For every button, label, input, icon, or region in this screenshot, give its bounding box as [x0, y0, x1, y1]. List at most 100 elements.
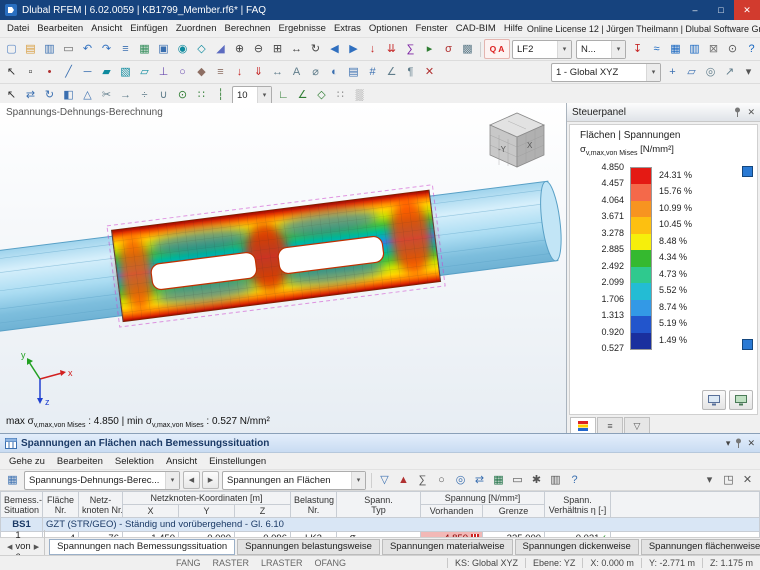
- table-tab[interactable]: Spannungen belastungsweise: [237, 538, 380, 555]
- export-excel-icon[interactable]: ▦: [489, 471, 508, 489]
- visibility-icon[interactable]: ◐: [325, 63, 344, 81]
- pin-icon[interactable]: [733, 107, 742, 118]
- table-menu-item[interactable]: Bearbeiten: [51, 456, 109, 467]
- snap-grid-icon[interactable]: ∷: [192, 86, 211, 104]
- next-table-button[interactable]: ▶: [202, 471, 219, 489]
- mirror-object-icon[interactable]: ◧: [59, 86, 78, 104]
- navigation-cube[interactable]: -Y X: [489, 112, 545, 168]
- snap-node-icon[interactable]: ⊙: [173, 86, 192, 104]
- thickness-icon[interactable]: ≡: [211, 63, 230, 81]
- support-icon[interactable]: ⊥: [154, 63, 173, 81]
- snap-settings-icon[interactable]: ◎: [701, 63, 720, 81]
- scale-band[interactable]: [631, 200, 651, 218]
- table-view-icon[interactable]: ▦: [3, 471, 22, 489]
- line-load-icon[interactable]: ⇊: [382, 40, 401, 58]
- close-panel-icon[interactable]: ✕: [747, 107, 755, 118]
- previous-view-icon[interactable]: ◀: [325, 40, 344, 58]
- snapshot-icon[interactable]: ⊙: [723, 40, 742, 58]
- text-annotation-icon[interactable]: A: [287, 63, 306, 81]
- result-table-icon[interactable]: ▦: [666, 40, 685, 58]
- display-settings-button[interactable]: [702, 390, 726, 410]
- viewport[interactable]: -Y X x y z Spannungs-Dehnungs-Berechnung…: [0, 103, 566, 434]
- insert-opening-icon[interactable]: ▱: [135, 63, 154, 81]
- table-filter-icon[interactable]: ▽: [375, 471, 394, 489]
- scale-band[interactable]: [631, 250, 651, 267]
- clipboard-icon[interactable]: ⊠: [704, 40, 723, 58]
- toolbar-overflow-icon[interactable]: ▾: [739, 63, 758, 81]
- pager-previous-icon[interactable]: ◀: [7, 543, 12, 551]
- menu-item[interactable]: Berechnen: [220, 23, 274, 34]
- isometric-view-icon[interactable]: ◢: [211, 40, 230, 58]
- sync-selection-icon[interactable]: ⇄: [470, 471, 489, 489]
- results-table[interactable]: Bemess.- Situation Fläche Nr. Netz-knoten …: [0, 491, 760, 537]
- scale-max-marker[interactable]: [742, 165, 753, 177]
- menu-item[interactable]: Ergebnisse: [274, 23, 330, 34]
- table-tab[interactable]: Spannungen flächenweise: [640, 538, 760, 555]
- table-close-icon[interactable]: ✕: [738, 471, 757, 489]
- menu-item[interactable]: Extras: [330, 23, 365, 34]
- dimension-icon[interactable]: ↔: [268, 63, 287, 81]
- goto-graphic-icon[interactable]: ◎: [451, 471, 470, 489]
- coordinate-system-combo[interactable]: 1 - Global XYZ ▾: [551, 62, 661, 82]
- table-window-header[interactable]: Spannungen an Flächen nach Bemessungssit…: [0, 434, 760, 453]
- table-menu-chevron-icon[interactable]: ▾: [726, 438, 731, 449]
- design-situation-combo[interactable]: Spannungs-Dehnungs-Berec... ▾: [24, 470, 180, 490]
- graphic-window-icon[interactable]: ▣: [154, 40, 173, 58]
- menu-item[interactable]: Optionen: [365, 23, 412, 34]
- table-menu-item[interactable]: Selektion: [109, 456, 160, 467]
- menu-item[interactable]: Datei: [3, 23, 33, 34]
- scale-band[interactable]: [631, 332, 651, 350]
- table-pin-icon[interactable]: ▾: [700, 471, 719, 489]
- data-navigator-icon[interactable]: ≡: [116, 40, 135, 58]
- undo-icon[interactable]: ↶: [78, 40, 97, 58]
- scale-band[interactable]: [631, 233, 651, 251]
- table-type-combo[interactable]: Spannungen an Flächen ▾: [222, 470, 366, 490]
- polar-snap-icon[interactable]: ∠: [293, 86, 312, 104]
- trim-icon[interactable]: ✂: [97, 86, 116, 104]
- extreme-values-icon[interactable]: ▲: [394, 471, 413, 489]
- calculate-icon[interactable]: ▸: [420, 40, 439, 58]
- rotate-object-icon[interactable]: ↻: [40, 86, 59, 104]
- zoom-out-icon[interactable]: ⊖: [249, 40, 268, 58]
- numbering-icon[interactable]: #: [363, 63, 382, 81]
- pan-view-icon[interactable]: ↔: [287, 40, 306, 58]
- steuerpanel-header[interactable]: Steuerpanel ✕: [567, 103, 760, 122]
- new-model-icon[interactable]: ▢: [2, 40, 21, 58]
- object-snap-icon[interactable]: ◇: [312, 86, 331, 104]
- insert-surface-icon[interactable]: ▰: [97, 63, 116, 81]
- maximize-button[interactable]: □: [708, 0, 734, 20]
- background-settings-button[interactable]: [729, 390, 753, 410]
- extend-icon[interactable]: →: [116, 86, 135, 104]
- menu-item[interactable]: Hilfe: [500, 23, 527, 34]
- table-tab[interactable]: Spannungen nach Bemessungssituation: [49, 538, 236, 555]
- control-panel-icon[interactable]: ▥: [685, 40, 704, 58]
- connect-icon[interactable]: ∪: [154, 86, 173, 104]
- zoom-in-icon[interactable]: ⊕: [230, 40, 249, 58]
- snap-toggle[interactable]: LRASTER: [255, 558, 309, 568]
- result-type-combo[interactable]: N... ▾: [576, 39, 626, 59]
- mesh-icon[interactable]: ▩: [458, 40, 477, 58]
- insert-node-icon[interactable]: •: [40, 63, 59, 81]
- table-tab[interactable]: Spannungen dickenweise: [514, 538, 639, 555]
- insert-line-icon[interactable]: ╱: [59, 63, 78, 81]
- scale-band[interactable]: [631, 316, 651, 333]
- layers-icon[interactable]: ▤: [344, 63, 363, 81]
- grid-spacing-combo[interactable]: 10 ▾: [232, 85, 272, 105]
- table-group-row[interactable]: BS1 GZT (STR/GEO) - Ständig und vorüberg…: [0, 517, 760, 532]
- material-icon[interactable]: ◆: [192, 63, 211, 81]
- hinge-icon[interactable]: ○: [173, 63, 192, 81]
- print-table-icon[interactable]: ▭: [508, 471, 527, 489]
- sum-values-icon[interactable]: ∑: [413, 471, 432, 489]
- table-pin-icon[interactable]: [734, 438, 743, 449]
- fullscreen-icon[interactable]: ↗: [720, 63, 739, 81]
- table-tab[interactable]: Spannungen materialweise: [381, 538, 513, 555]
- ortho-snap-icon[interactable]: ∟: [274, 86, 293, 104]
- rotate-view-icon[interactable]: ↻: [306, 40, 325, 58]
- scale-band[interactable]: [631, 184, 651, 201]
- next-view-icon[interactable]: ▶: [344, 40, 363, 58]
- scale-min-marker[interactable]: [742, 338, 753, 350]
- menu-item[interactable]: Fenster: [411, 23, 451, 34]
- insert-solid-icon[interactable]: ▧: [116, 63, 135, 81]
- zoom-window-icon[interactable]: ⊞: [268, 40, 287, 58]
- guidelines-icon[interactable]: ┆: [211, 86, 230, 104]
